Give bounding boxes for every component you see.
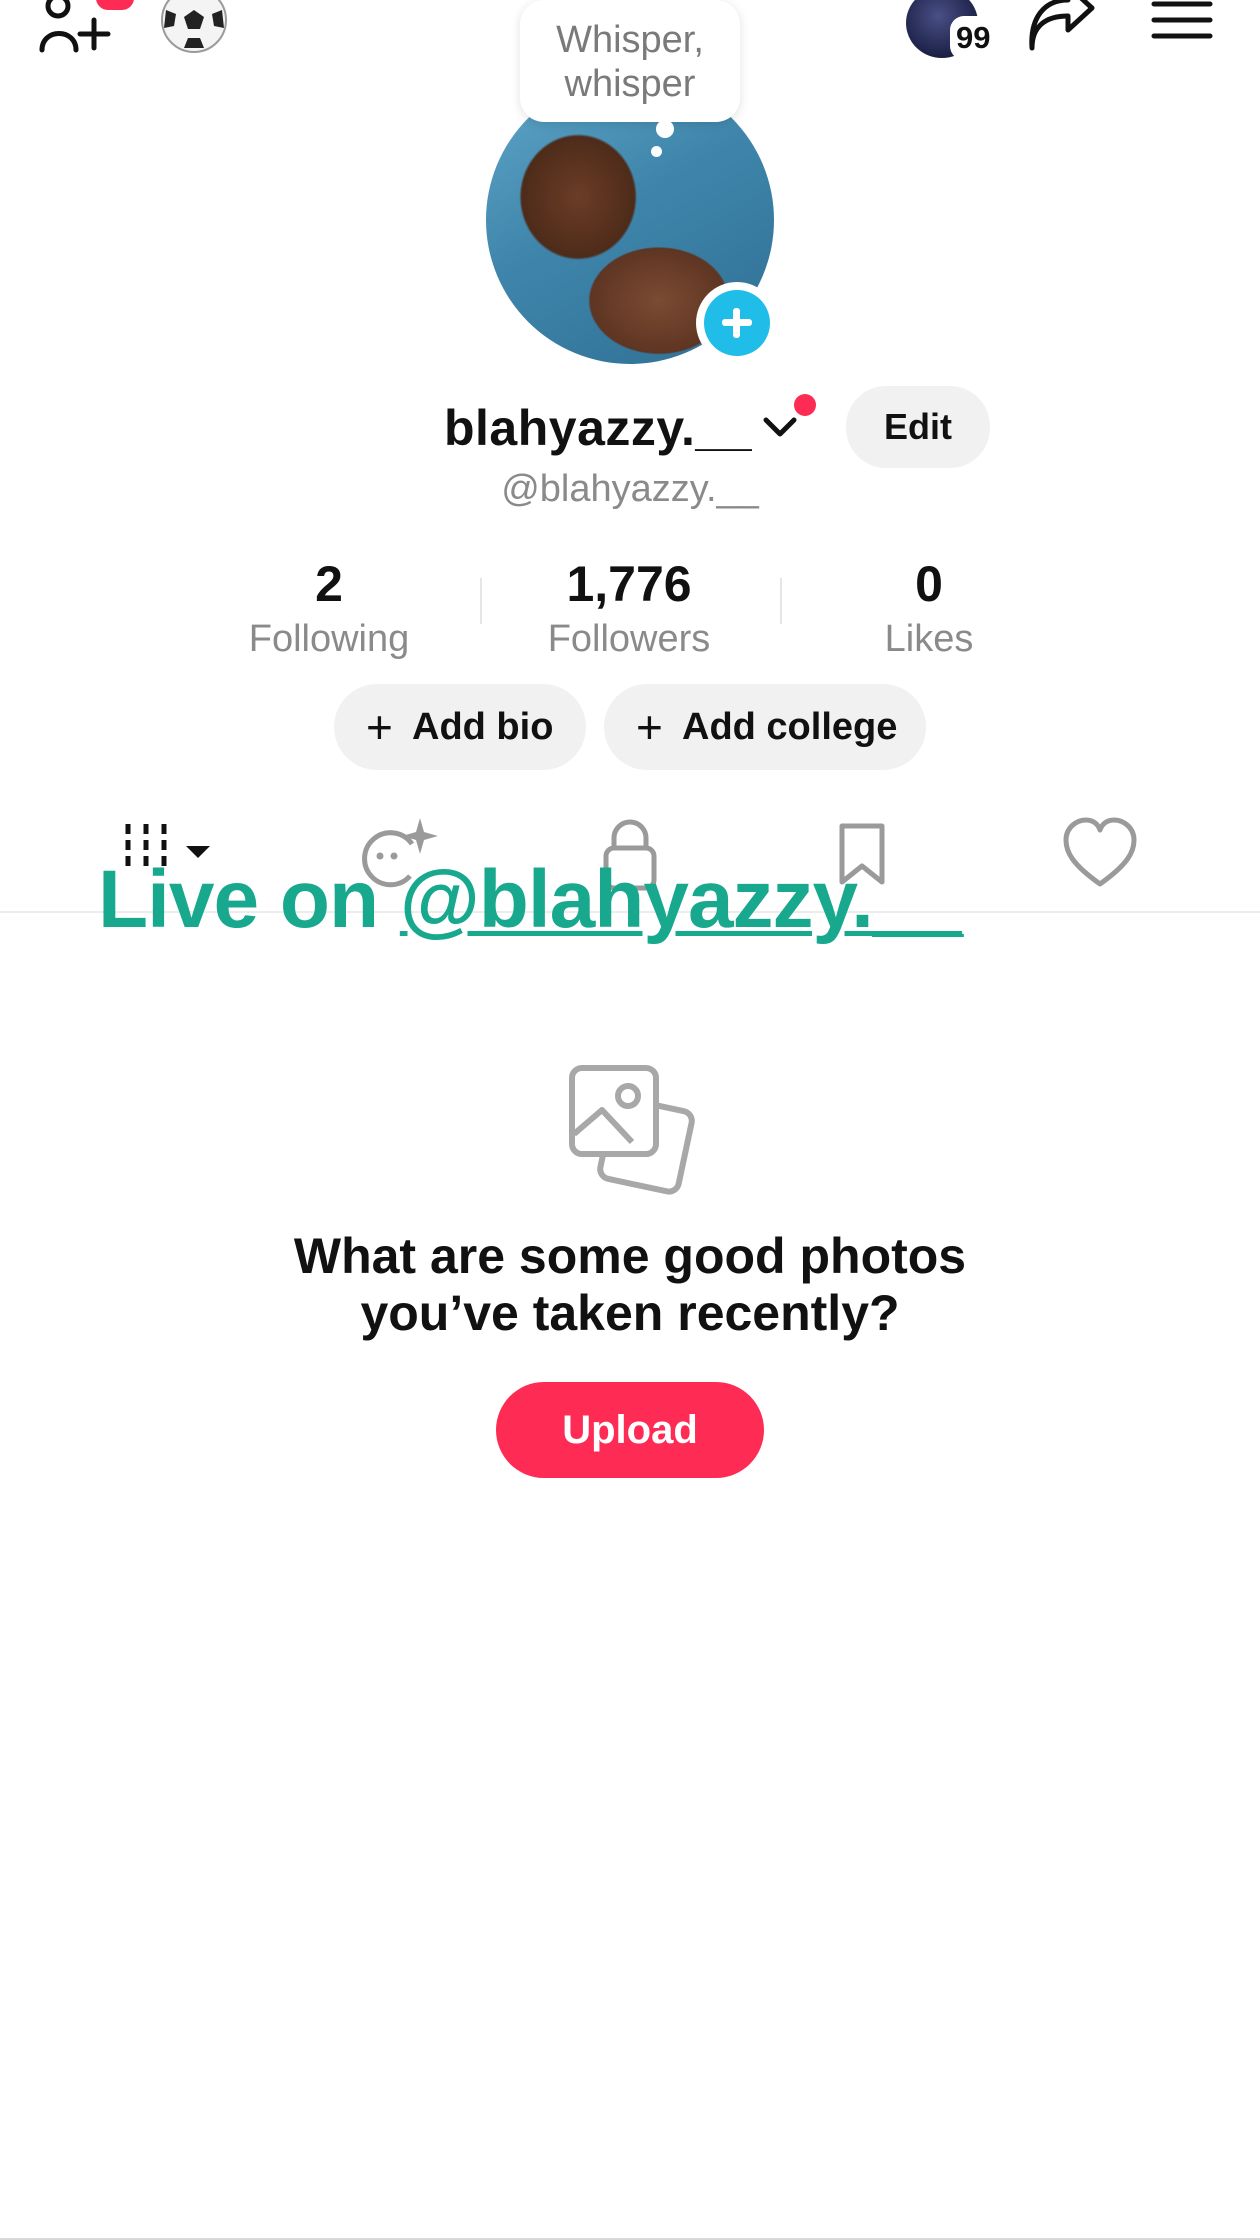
whisper-bubble[interactable]: Whisper, whisper xyxy=(520,0,740,122)
stat-label: Likes xyxy=(884,618,974,660)
add-bio-button[interactable]: + Add bio xyxy=(334,684,586,770)
stat-following[interactable]: 2 Following xyxy=(179,554,479,662)
display-name[interactable]: blahyazzy.__ xyxy=(444,396,752,460)
upload-button[interactable]: Upload xyxy=(496,1382,764,1478)
stat-label: Following xyxy=(248,618,410,660)
username-handle: @blahyazzy.__ xyxy=(501,468,759,510)
stat-value: 2 xyxy=(315,556,343,612)
live-prefix: Live on xyxy=(98,854,400,945)
plus-icon: + xyxy=(636,701,663,753)
notification-count-badge: 99 xyxy=(950,16,997,60)
stat-followers[interactable]: 1,776 Followers xyxy=(479,554,779,662)
share-icon[interactable] xyxy=(1024,0,1098,56)
bubble-tail xyxy=(656,120,674,138)
stat-likes[interactable]: 0 Likes xyxy=(779,554,1079,662)
plus-icon: + xyxy=(366,701,393,753)
live-handle-link[interactable]: @blahyazzy.__ xyxy=(400,854,963,945)
account-switch-dot xyxy=(794,394,816,416)
add-college-button[interactable]: + Add college xyxy=(604,684,926,770)
add-college-label: Add college xyxy=(682,706,898,748)
soccer-ball-icon[interactable] xyxy=(158,0,230,56)
stat-value: 1,776 xyxy=(566,556,692,612)
bubble-line-2: whisper xyxy=(564,63,696,105)
empty-state-line-1: What are some good photos xyxy=(293,1228,967,1284)
empty-state-title: What are some good photos you’ve taken r… xyxy=(0,1228,1260,1342)
add-bio-label: Add bio xyxy=(412,706,554,748)
stat-value: 0 xyxy=(915,556,943,612)
live-overlay-text[interactable]: Live on @blahyazzy.__ xyxy=(98,852,963,948)
photo-icon xyxy=(569,1065,695,1195)
bubble-line-1: Whisper, xyxy=(556,19,704,61)
notification-dot xyxy=(96,0,134,10)
edit-profile-button[interactable]: Edit xyxy=(846,386,990,468)
bubble-tail-dot xyxy=(651,146,662,157)
add-avatar-button[interactable] xyxy=(704,290,770,356)
stat-label: Followers xyxy=(547,618,711,660)
empty-state-line-2: you’ve taken recently? xyxy=(360,1285,900,1341)
chevron-down-icon[interactable] xyxy=(760,408,800,448)
heart-icon[interactable] xyxy=(1062,814,1138,894)
menu-icon[interactable] xyxy=(1150,0,1214,50)
